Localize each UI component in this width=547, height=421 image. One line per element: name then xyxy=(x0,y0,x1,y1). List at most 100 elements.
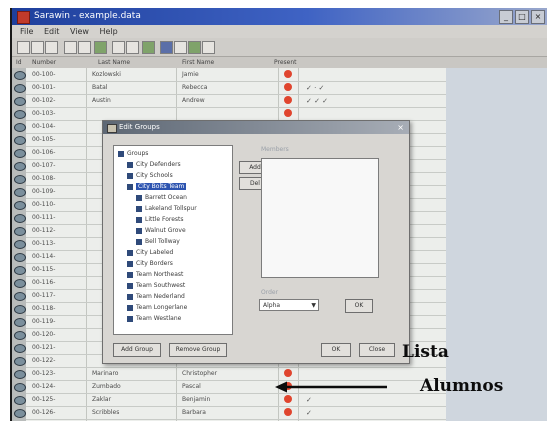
help-icon[interactable] xyxy=(202,41,215,54)
tree-node[interactable]: Groups xyxy=(118,149,148,158)
col-id[interactable]: Id xyxy=(16,59,22,66)
copy-icon[interactable] xyxy=(78,41,91,54)
spiral-ring xyxy=(14,357,26,366)
row-id: 00-104- xyxy=(32,123,56,130)
new-icon[interactable] xyxy=(17,41,30,54)
row-id: 00-113- xyxy=(32,240,56,247)
tree-node[interactable]: Walnut Grove xyxy=(136,226,186,235)
row-checks[interactable]: ✓ · ✓ xyxy=(306,84,324,92)
minimize-button[interactable]: _ xyxy=(499,10,513,24)
print-icon[interactable] xyxy=(174,41,187,54)
teacher-icon[interactable] xyxy=(160,41,173,54)
status-dot-icon xyxy=(284,408,292,416)
tree-node[interactable]: Team Northeast xyxy=(127,270,183,279)
dialog-close-icon[interactable]: × xyxy=(397,121,404,134)
row-id: 00-120- xyxy=(32,331,56,338)
spiral-ring xyxy=(14,175,26,184)
spiral-ring xyxy=(14,201,26,210)
folder-icon xyxy=(127,304,133,311)
row-id: 00-123- xyxy=(32,370,56,377)
status-dot-icon xyxy=(284,70,292,78)
tree-node[interactable]: City Labeled xyxy=(127,248,173,257)
col-present[interactable]: Present xyxy=(274,59,297,66)
annotation-lista: Lista xyxy=(402,342,449,362)
remove-group-button[interactable]: Remove Group xyxy=(169,343,227,357)
add-group-button[interactable]: Add Group xyxy=(113,343,161,357)
student-icon[interactable] xyxy=(142,41,155,54)
open-icon[interactable] xyxy=(31,41,44,54)
tree-node[interactable]: Barrett Ocean xyxy=(136,193,187,202)
table-row[interactable]: 00-100- Kozlowski Jamie xyxy=(26,68,446,82)
tree-node[interactable]: Team Longerlane xyxy=(127,303,187,312)
table-header: Id Number Last Name First Name Present xyxy=(12,57,547,68)
row-checks[interactable]: ✓ xyxy=(306,409,312,417)
table-row[interactable]: 00-103- xyxy=(26,107,446,121)
folder-icon xyxy=(136,194,142,201)
tree-node[interactable]: Lakeland Tollspur xyxy=(136,204,197,213)
row-id: 00-124- xyxy=(32,383,56,390)
row-id: 00-101- xyxy=(32,84,56,91)
tree-node[interactable]: Team Nederland xyxy=(127,292,185,301)
row-id: 00-111- xyxy=(32,214,56,221)
menu-file[interactable]: File xyxy=(20,25,33,38)
group-tree[interactable]: Groups City Defenders City Schools City Bol… xyxy=(113,145,233,335)
cut-icon[interactable] xyxy=(64,41,77,54)
menu-help[interactable]: Help xyxy=(100,25,118,38)
row-id: 00-116- xyxy=(32,279,56,286)
maximize-button[interactable]: □ xyxy=(515,10,529,24)
tree-node-label: Team Northeast xyxy=(136,271,184,278)
row-first-name: Barbara xyxy=(182,409,206,416)
row-id: 00-112- xyxy=(32,227,56,234)
spiral-ring xyxy=(14,396,26,405)
tree-node[interactable]: City Borders xyxy=(127,259,173,268)
save-icon[interactable] xyxy=(45,41,58,54)
table-row[interactable]: 00-126- Scribbles Barbara ✓ xyxy=(26,406,446,420)
status-dot-icon xyxy=(284,395,292,403)
tree-node[interactable]: City Defenders xyxy=(127,160,181,169)
menu-bar: File Edit View Help xyxy=(12,25,547,38)
col-number[interactable]: Number xyxy=(32,59,56,66)
tree-node[interactable]: Team Westlane xyxy=(127,314,181,323)
settings-icon[interactable] xyxy=(188,41,201,54)
row-id: 00-122- xyxy=(32,357,56,364)
table-row[interactable]: 00-123- Marinaro Christopher xyxy=(26,367,446,381)
undo-icon[interactable] xyxy=(112,41,125,54)
members-list[interactable] xyxy=(261,158,379,278)
table-row[interactable]: 00-102- Austin Andrew ✓ ✓ ✓ xyxy=(26,94,446,108)
col-first-name[interactable]: First Name xyxy=(182,59,214,66)
apply-order-button[interactable]: OK xyxy=(345,299,373,313)
ok-button[interactable]: OK xyxy=(321,343,351,357)
row-id: 00-107- xyxy=(32,162,56,169)
folder-icon xyxy=(127,172,133,179)
cancel-button[interactable]: Close xyxy=(359,343,395,357)
tree-node[interactable]: Team Southwest xyxy=(127,281,185,290)
tree-node[interactable]: Little Forests xyxy=(136,215,184,224)
tree-node[interactable]: City Bolts Team xyxy=(127,182,187,191)
monitor-screen: Sarawin - example.data _ □ × File Edit V… xyxy=(10,8,547,421)
tree-node[interactable]: Bell Tollway xyxy=(136,237,180,246)
col-last-name[interactable]: Last Name xyxy=(98,59,130,66)
menu-view[interactable]: View xyxy=(70,25,89,38)
table-row[interactable]: 00-125- Zaklar Benjamin ✓ xyxy=(26,393,446,407)
menu-edit[interactable]: Edit xyxy=(44,25,60,38)
row-id: 00-125- xyxy=(32,396,56,403)
tree-node[interactable]: City Schools xyxy=(127,171,173,180)
row-id: 00-105- xyxy=(32,136,56,143)
row-last-name: Marinaro xyxy=(92,370,119,377)
redo-icon[interactable] xyxy=(126,41,139,54)
close-button[interactable]: × xyxy=(531,10,545,24)
table-row[interactable]: 00-101- Batal Rebecca ✓ · ✓ xyxy=(26,81,446,95)
edit-groups-dialog: Edit Groups × Groups City Defenders City S… xyxy=(102,120,410,364)
row-checks[interactable]: ✓ ✓ ✓ xyxy=(306,97,328,105)
tree-node-label: Team Westlane xyxy=(136,315,182,322)
window-titlebar: Sarawin - example.data _ □ × xyxy=(12,8,547,25)
row-last-name: Austin xyxy=(92,97,111,104)
tree-node-label: Lakeland Tollspur xyxy=(145,205,197,212)
tree-node-label: City Labeled xyxy=(136,249,174,256)
row-checks[interactable]: ✓ xyxy=(306,396,312,404)
group-icon[interactable] xyxy=(94,41,107,54)
row-last-name: Batal xyxy=(92,84,108,91)
spiral-ring xyxy=(14,318,26,327)
row-id: 00-126- xyxy=(32,409,56,416)
order-select[interactable]: Alpha ▼ xyxy=(259,299,319,311)
